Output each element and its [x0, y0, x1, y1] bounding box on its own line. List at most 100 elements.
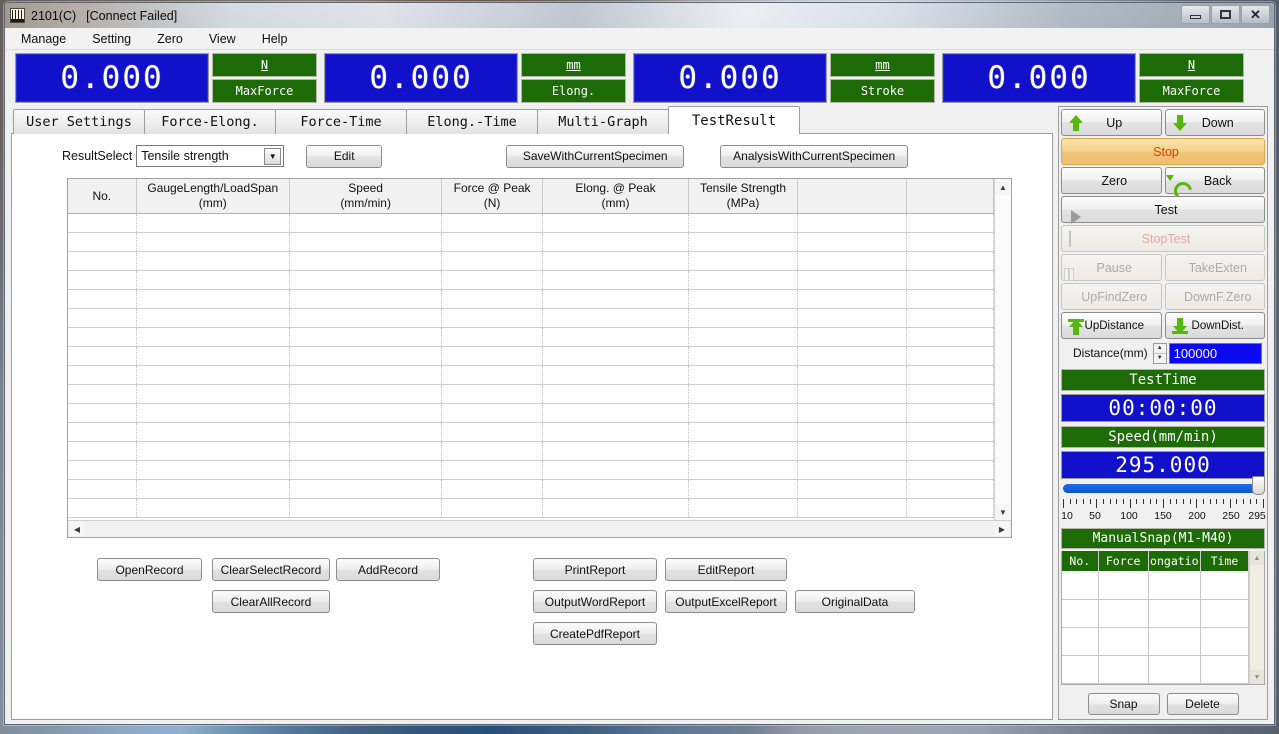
- table-cell[interactable]: [689, 271, 798, 290]
- table-row[interactable]: [68, 252, 994, 271]
- table-cell[interactable]: [797, 252, 906, 271]
- table-cell[interactable]: [136, 271, 289, 290]
- distance-spinner[interactable]: ▲ ▼: [1153, 343, 1167, 364]
- column-header-force-at-peak[interactable]: Force @ Peak (N): [442, 179, 543, 214]
- print-report-button[interactable]: PrintReport: [533, 558, 657, 581]
- table-cell[interactable]: [542, 499, 688, 518]
- table-cell[interactable]: [68, 309, 136, 328]
- analysis-with-current-specimen-button[interactable]: AnalysisWithCurrentSpecimen: [720, 145, 908, 168]
- table-row[interactable]: [68, 309, 994, 328]
- snap-cell[interactable]: [1200, 599, 1248, 627]
- table-cell[interactable]: [136, 461, 289, 480]
- table-cell[interactable]: [289, 271, 441, 290]
- snap-column-elongation[interactable]: ongatio: [1148, 551, 1200, 571]
- snap-cell[interactable]: [1148, 571, 1200, 599]
- table-cell[interactable]: [136, 252, 289, 271]
- table-row[interactable]: [68, 442, 994, 461]
- table-cell[interactable]: [689, 252, 798, 271]
- table-cell[interactable]: [906, 442, 993, 461]
- table-cell[interactable]: [136, 499, 289, 518]
- column-header-no[interactable]: No.: [68, 179, 136, 214]
- snap-button[interactable]: Snap: [1088, 693, 1160, 715]
- table-cell[interactable]: [797, 328, 906, 347]
- table-cell[interactable]: [689, 214, 798, 233]
- table-cell[interactable]: [542, 271, 688, 290]
- snap-cell[interactable]: [1098, 627, 1148, 655]
- column-header-gauge-length[interactable]: GaugeLength/LoadSpan (mm): [136, 179, 289, 214]
- table-row[interactable]: [68, 271, 994, 290]
- table-cell[interactable]: [68, 480, 136, 499]
- snap-column-time[interactable]: Time: [1200, 551, 1248, 571]
- table-cell[interactable]: [906, 480, 993, 499]
- table-cell[interactable]: [906, 328, 993, 347]
- snap-scroll-down-icon[interactable]: ▼: [1250, 670, 1264, 684]
- table-cell[interactable]: [442, 423, 543, 442]
- table-cell[interactable]: [68, 442, 136, 461]
- table-cell[interactable]: [797, 461, 906, 480]
- column-header-speed[interactable]: Speed (mm/min): [289, 179, 441, 214]
- table-cell[interactable]: [289, 366, 441, 385]
- stop-button[interactable]: Stop: [1061, 138, 1265, 165]
- table-cell[interactable]: [906, 423, 993, 442]
- table-cell[interactable]: [542, 423, 688, 442]
- table-cell[interactable]: [906, 404, 993, 423]
- snap-cell[interactable]: [1200, 627, 1248, 655]
- table-cell[interactable]: [797, 347, 906, 366]
- table-cell[interactable]: [136, 309, 289, 328]
- table-cell[interactable]: [136, 442, 289, 461]
- table-cell[interactable]: [689, 385, 798, 404]
- add-record-button[interactable]: AddRecord: [336, 558, 440, 581]
- table-cell[interactable]: [542, 347, 688, 366]
- snap-cell[interactable]: [1062, 627, 1098, 655]
- table-cell[interactable]: [906, 214, 993, 233]
- table-cell[interactable]: [442, 480, 543, 499]
- scroll-left-icon[interactable]: ◀: [70, 522, 84, 536]
- table-cell[interactable]: [68, 271, 136, 290]
- table-cell[interactable]: [689, 366, 798, 385]
- table-cell[interactable]: [442, 385, 543, 404]
- results-vertical-scrollbar[interactable]: ▲ ▼: [994, 179, 1011, 520]
- table-cell[interactable]: [68, 385, 136, 404]
- table-cell[interactable]: [68, 366, 136, 385]
- down-dist-button[interactable]: DownDist.: [1165, 312, 1266, 339]
- table-cell[interactable]: [442, 290, 543, 309]
- chevron-down-icon[interactable]: ▼: [264, 148, 281, 165]
- table-cell[interactable]: [442, 442, 543, 461]
- table-cell[interactable]: [442, 461, 543, 480]
- distance-input[interactable]: 100000: [1169, 343, 1262, 364]
- table-cell[interactable]: [689, 347, 798, 366]
- table-cell[interactable]: [289, 252, 441, 271]
- snap-cell[interactable]: [1200, 571, 1248, 599]
- clear-select-record-button[interactable]: ClearSelectRecord: [212, 558, 330, 581]
- result-select-dropdown[interactable]: Tensile strength ▼: [136, 145, 284, 167]
- snap-row[interactable]: [1062, 571, 1249, 599]
- original-data-button[interactable]: OriginalData: [795, 590, 915, 613]
- table-cell[interactable]: [442, 347, 543, 366]
- delete-button[interactable]: Delete: [1167, 693, 1239, 715]
- table-cell[interactable]: [542, 404, 688, 423]
- results-horizontal-scrollbar[interactable]: ◀ ▶: [68, 520, 1011, 537]
- minimize-button[interactable]: [1181, 5, 1210, 24]
- table-cell[interactable]: [136, 480, 289, 499]
- table-row[interactable]: [68, 480, 994, 499]
- snap-cell[interactable]: [1200, 655, 1248, 683]
- snap-cell[interactable]: [1098, 599, 1148, 627]
- table-row[interactable]: [68, 347, 994, 366]
- maximize-button[interactable]: [1211, 5, 1240, 24]
- snap-cell[interactable]: [1062, 571, 1098, 599]
- table-cell[interactable]: [906, 461, 993, 480]
- table-cell[interactable]: [906, 347, 993, 366]
- column-header-tensile-strength[interactable]: Tensile Strength (MPa): [689, 179, 798, 214]
- table-cell[interactable]: [906, 252, 993, 271]
- table-cell[interactable]: [542, 480, 688, 499]
- column-header-blank-2[interactable]: [906, 179, 993, 214]
- table-cell[interactable]: [797, 423, 906, 442]
- snap-row[interactable]: [1062, 655, 1249, 683]
- table-cell[interactable]: [68, 233, 136, 252]
- table-cell[interactable]: [797, 404, 906, 423]
- zero-button[interactable]: Zero: [1061, 167, 1162, 194]
- open-record-button[interactable]: OpenRecord: [97, 558, 202, 581]
- table-cell[interactable]: [906, 499, 993, 518]
- snap-cell[interactable]: [1148, 627, 1200, 655]
- table-cell[interactable]: [542, 461, 688, 480]
